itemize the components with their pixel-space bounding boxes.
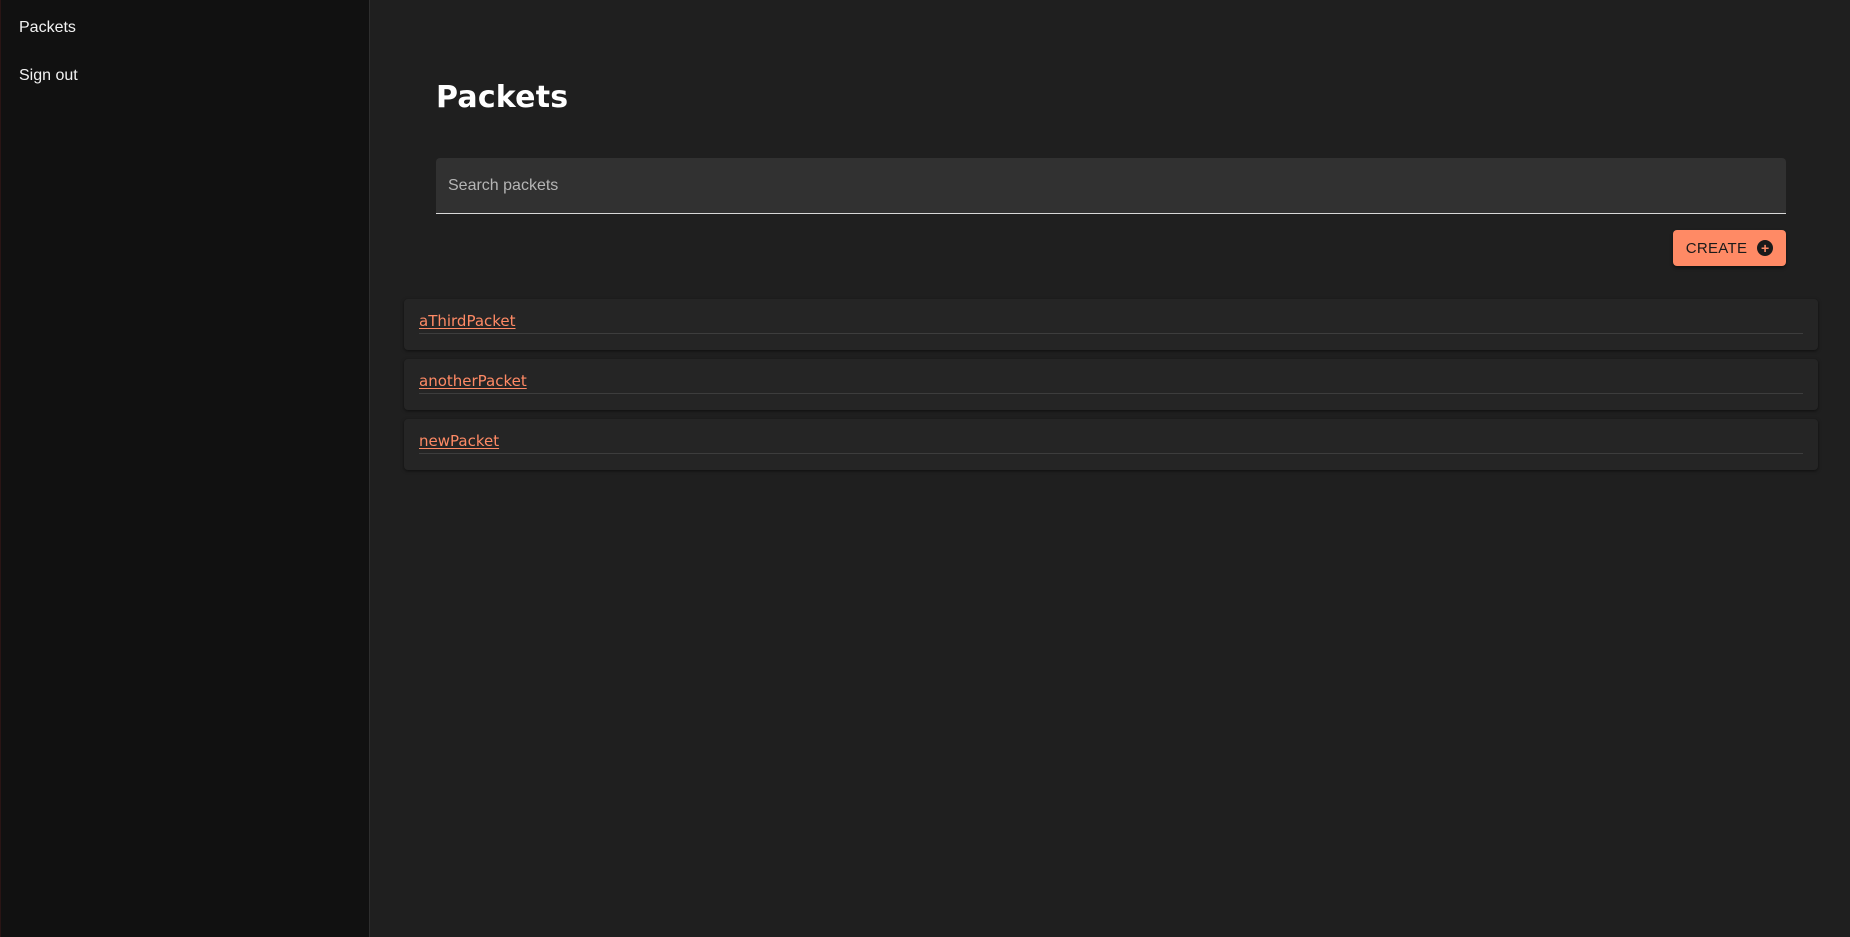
packet-link[interactable]: anotherPacket (419, 372, 527, 390)
packet-link[interactable]: aThirdPacket (419, 312, 516, 330)
packet-card: anotherPacket (404, 359, 1818, 410)
sidebar-item-packets[interactable]: Packets (1, 18, 94, 38)
packet-list: aThirdPacket anotherPacket newPacket (404, 299, 1818, 479)
divider (419, 453, 1803, 454)
packet-card: aThirdPacket (404, 299, 1818, 350)
divider (419, 333, 1803, 334)
create-button-label: CREATE (1685, 239, 1748, 257)
search-input[interactable] (436, 158, 1786, 213)
packet-link[interactable]: newPacket (419, 432, 499, 450)
page-title: Packets (436, 80, 569, 115)
search-field (436, 158, 1786, 214)
packet-card: newPacket (404, 419, 1818, 470)
create-button[interactable]: CREATE + (1673, 230, 1786, 266)
plus-circle-icon: + (1757, 240, 1774, 256)
sidebar-item-sign-out[interactable]: Sign out (1, 66, 96, 86)
divider (419, 393, 1803, 394)
app-window: Packets Sign out Packets CREATE + aThird… (0, 0, 1850, 937)
sidebar: Packets Sign out (0, 0, 370, 937)
main-content: Packets CREATE + aThirdPacket anotherPac… (371, 0, 1850, 937)
